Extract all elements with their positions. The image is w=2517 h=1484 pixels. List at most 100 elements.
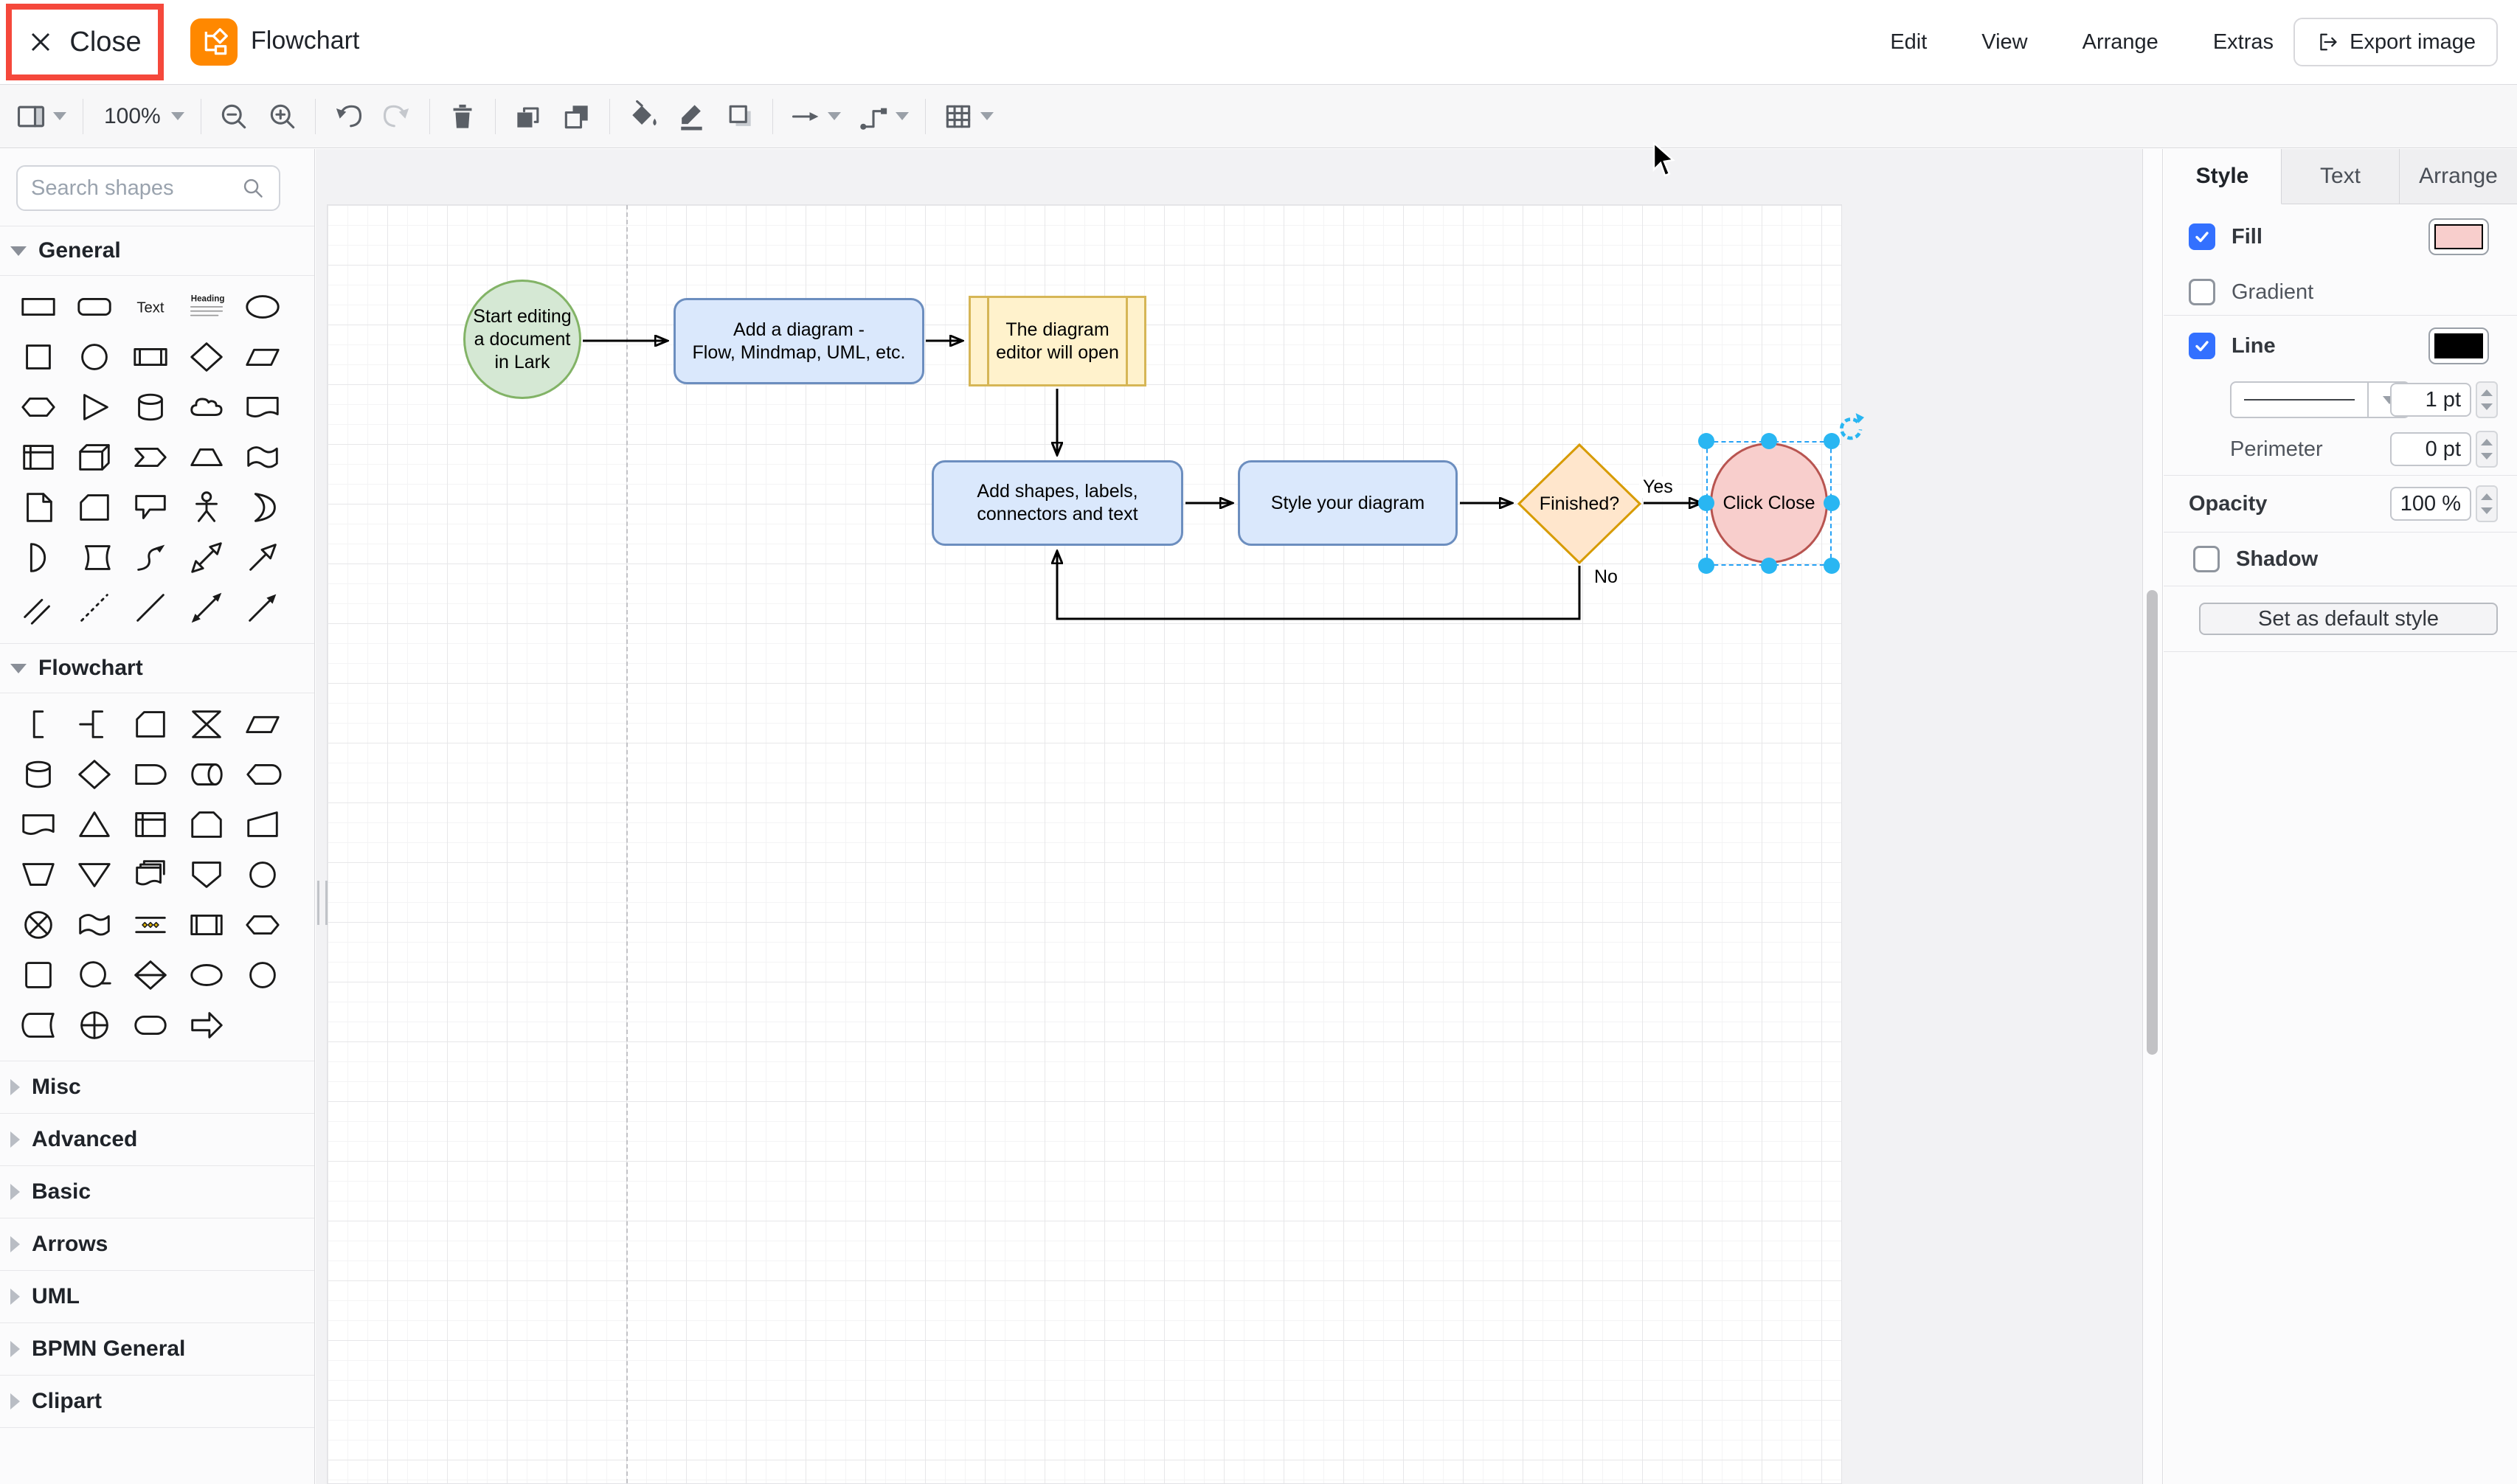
line-style-dropdown[interactable] (2230, 381, 2410, 418)
selection-handle-se[interactable] (1824, 558, 1840, 574)
section-general[interactable]: General (0, 226, 314, 276)
shape-process[interactable] (122, 332, 179, 382)
shape-display[interactable] (235, 749, 291, 800)
vertical-scrollbar-thumb[interactable] (2147, 590, 2158, 1055)
shape-directional-connector[interactable] (235, 583, 291, 633)
shape-card[interactable] (66, 482, 122, 533)
menu-edit[interactable]: Edit (1890, 30, 1927, 55)
shape-cloud[interactable] (179, 382, 235, 432)
shape-cube[interactable] (66, 432, 122, 482)
shape-square[interactable] (10, 332, 66, 382)
edge-label-yes[interactable]: Yes (1639, 476, 1677, 498)
shape-trapezoid[interactable] (179, 432, 235, 482)
shape-dotted-line[interactable] (66, 583, 122, 633)
tab-text[interactable]: Text (2282, 149, 2400, 204)
shape-hexagon[interactable] (10, 382, 66, 432)
section-arrows[interactable]: Arrows (0, 1218, 314, 1271)
export-image-button[interactable]: Export image (2293, 18, 2498, 66)
shape-ellipse[interactable] (235, 282, 291, 332)
shape-loop-limit[interactable] (179, 800, 235, 850)
connection-button[interactable] (785, 96, 845, 137)
shape-circle[interactable] (66, 332, 122, 382)
selection-handle-w[interactable] (1698, 495, 1714, 511)
shape-bidirectional-arrow[interactable] (179, 533, 235, 583)
shape-document[interactable] (235, 382, 291, 432)
shape-or-junction[interactable] (10, 900, 66, 950)
shape-bidirectional-connector[interactable] (179, 583, 235, 633)
shape-terminator[interactable] (122, 1000, 179, 1050)
section-basic[interactable]: Basic (0, 1166, 314, 1218)
line-checkbox[interactable] (2189, 333, 2215, 359)
undo-button[interactable] (328, 96, 369, 137)
shape-actor[interactable] (179, 482, 235, 533)
shape-sequential-access[interactable] (66, 950, 122, 1000)
shape-line[interactable] (122, 583, 179, 633)
perimeter-stepper[interactable] (2476, 431, 2498, 468)
shape-card[interactable] (122, 699, 179, 749)
perimeter-input[interactable]: 0 pt (2390, 432, 2471, 466)
shape-text[interactable]: Text (122, 282, 179, 332)
opacity-stepper[interactable] (2476, 485, 2498, 522)
section-uml[interactable]: UML (0, 1271, 314, 1323)
line-color-button[interactable] (671, 96, 712, 137)
set-default-style-button[interactable]: Set as default style (2199, 603, 2498, 635)
shape-database[interactable] (10, 749, 66, 800)
zoom-level-dropdown[interactable]: 100% (95, 100, 189, 134)
shape-triangle[interactable] (66, 382, 122, 432)
tab-arrange[interactable]: Arrange (2400, 149, 2517, 204)
shape-rectangle[interactable] (10, 282, 66, 332)
page-view-button[interactable] (10, 96, 71, 137)
shape-manual-operation[interactable] (10, 850, 66, 900)
shape-annotation-2[interactable] (66, 699, 122, 749)
fill-checkbox[interactable] (2189, 223, 2215, 250)
section-bpmn-general[interactable]: BPMN General (0, 1323, 314, 1376)
rotate-handle-icon[interactable] (1835, 412, 1864, 441)
shape-rounded-rectangle[interactable] (66, 282, 122, 332)
node-add-diagram[interactable]: Add a diagram - Flow, Mindmap, UML, etc. (674, 298, 924, 384)
selection-handle-sw[interactable] (1698, 558, 1714, 574)
fill-color-swatch[interactable] (2428, 218, 2489, 255)
opacity-input[interactable]: 100 % (2390, 487, 2471, 521)
shadow-button[interactable] (719, 96, 761, 137)
shape-link[interactable] (10, 583, 66, 633)
shape-internal-storage[interactable] (122, 800, 179, 850)
line-width-stepper[interactable] (2476, 381, 2498, 418)
search-shapes-input[interactable]: Search shapes (16, 165, 280, 211)
gradient-checkbox[interactable] (2189, 279, 2215, 305)
to-front-button[interactable] (508, 96, 549, 137)
shape-process-shape[interactable] (10, 950, 66, 1000)
close-button[interactable]: Close (12, 10, 158, 74)
shape-document[interactable] (10, 800, 66, 850)
shape-manual-input[interactable] (235, 800, 291, 850)
delete-button[interactable] (442, 96, 483, 137)
shape-data-storage[interactable] (66, 533, 122, 583)
shape-paper-tape[interactable] (66, 900, 122, 950)
node-add-shapes[interactable]: Add shapes, labels, connectors and text (932, 460, 1183, 546)
shape-collate[interactable] (179, 699, 235, 749)
shape-internal-storage[interactable] (10, 432, 66, 482)
line-color-swatch[interactable] (2428, 327, 2489, 364)
sidebar-resize-handle[interactable] (317, 881, 328, 925)
shape-start[interactable] (179, 950, 235, 1000)
shape-data[interactable] (235, 699, 291, 749)
edge-label-no[interactable]: No (1590, 566, 1621, 588)
redo-button[interactable] (376, 96, 418, 137)
selection-handle-e[interactable] (1824, 495, 1840, 511)
shape-and[interactable] (10, 533, 66, 583)
shape-diamond[interactable] (179, 332, 235, 382)
shape-direct-access-storage[interactable] (179, 749, 235, 800)
table-button[interactable] (938, 96, 998, 137)
shape-stored-data[interactable] (10, 1000, 66, 1050)
shape-connector[interactable] (235, 850, 291, 900)
shape-parallel-mode[interactable] (122, 900, 179, 950)
section-flowchart[interactable]: Flowchart (0, 643, 314, 693)
shape-tape[interactable] (235, 432, 291, 482)
shape-decision[interactable] (66, 749, 122, 800)
shadow-checkbox[interactable] (2193, 546, 2220, 572)
waypoints-button[interactable] (853, 96, 913, 137)
shape-predefined-process[interactable] (179, 900, 235, 950)
shape-multi-document[interactable] (122, 850, 179, 900)
menu-arrange[interactable]: Arrange (2083, 30, 2158, 55)
shape-transfer[interactable] (179, 1000, 235, 1050)
shape-merge[interactable] (66, 850, 122, 900)
